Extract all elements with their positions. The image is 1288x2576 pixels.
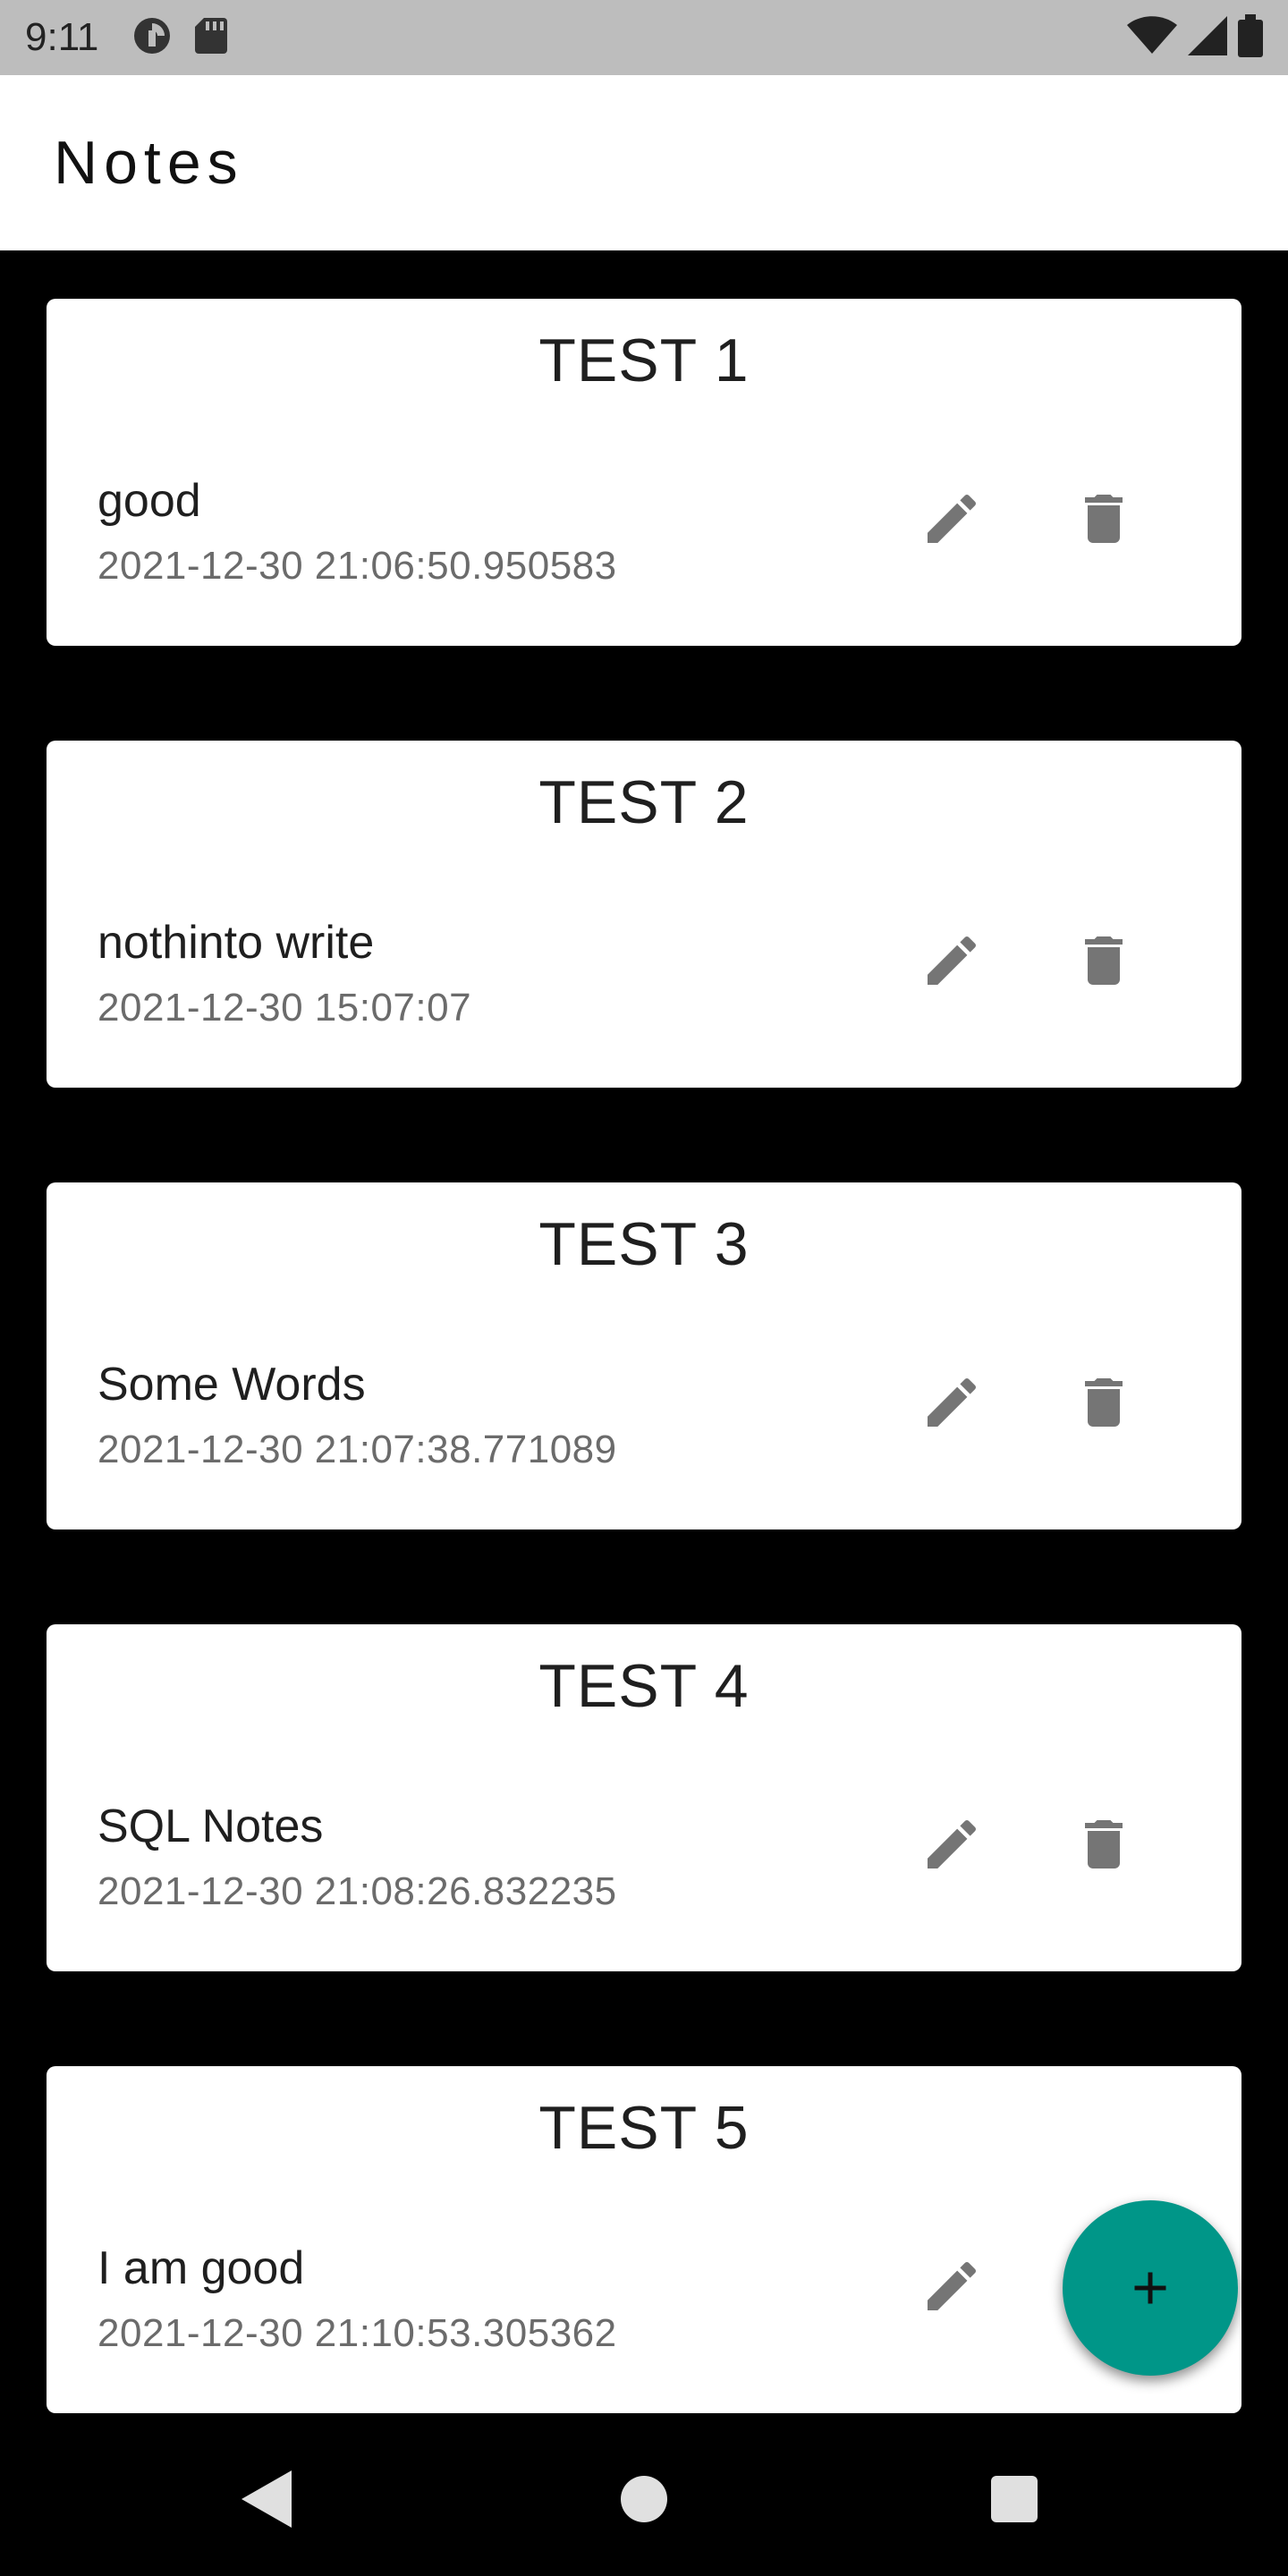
page-title: Notes [54,129,244,197]
note-date: 2021-12-30 21:10:53.305362 [97,2311,617,2355]
edit-button[interactable] [907,916,996,1005]
plus-icon [1134,2272,1166,2304]
cell-signal-icon [1188,15,1227,60]
note-title: TEST 1 [538,326,750,394]
edit-button[interactable] [907,1358,996,1447]
status-right-icons [1127,13,1263,62]
note-card[interactable]: TEST 2 nothinto write 2021-12-30 15:07:0… [47,741,1241,1088]
home-circle-icon[interactable] [621,2476,667,2527]
pencil-icon [928,1819,977,1868]
edit-button[interactable] [907,474,996,564]
status-time: 9:11 [25,15,99,59]
status-bar: 9:11 [0,0,1288,75]
status-left-icons [131,14,229,62]
edit-button[interactable] [907,2241,996,2331]
note-title: TEST 2 [538,768,750,836]
note-body: I am good [97,2242,305,2294]
note-body: SQL Notes [97,1801,324,1852]
wifi-icon [1127,15,1177,60]
note-date: 2021-12-30 21:08:26.832235 [97,1869,617,1913]
sd-card-icon [193,16,229,60]
note-title: TEST 3 [538,1210,750,1278]
back-triangle-icon[interactable] [242,2470,292,2532]
note-body: Some Words [97,1359,366,1411]
note-title: TEST 5 [538,2094,750,2162]
delete-button[interactable] [1059,474,1148,564]
system-nav-bar [0,2426,1288,2576]
notes-list[interactable]: TEST 1 good 2021-12-30 21:06:50.950583 T… [0,250,1288,2426]
note-body: good [97,475,201,527]
note-card[interactable]: TEST 4 SQL Notes 2021-12-30 21:08:26.832… [47,1624,1241,1971]
note-date: 2021-12-30 15:07:07 [97,986,472,1030]
note-date: 2021-12-30 21:06:50.950583 [97,544,617,588]
note-date: 2021-12-30 21:07:38.771089 [97,1428,617,1471]
delete-button[interactable] [1059,1358,1148,1447]
trash-icon [1085,1378,1123,1427]
pencil-icon [928,936,977,985]
data-saver-icon [131,14,174,62]
add-note-fab[interactable] [1063,2200,1238,2376]
delete-button[interactable] [1059,1800,1148,1889]
note-card[interactable]: TEST 1 good 2021-12-30 21:06:50.950583 [47,299,1241,646]
trash-icon [1085,495,1123,543]
pencil-icon [928,1377,977,1427]
note-body: nothinto write [97,917,375,969]
trash-icon [1085,1820,1123,1868]
note-title: TEST 4 [538,1652,750,1720]
edit-button[interactable] [907,1800,996,1889]
app-bar: Notes [0,75,1288,250]
pencil-icon [928,494,977,543]
trash-icon [1085,936,1123,985]
recents-square-icon[interactable] [991,2476,1038,2527]
note-card[interactable]: TEST 5 I am good 2021-12-30 21:10:53.305… [47,2066,1241,2413]
note-card[interactable]: TEST 3 Some Words 2021-12-30 21:07:38.77… [47,1182,1241,1530]
delete-button[interactable] [1059,916,1148,1005]
pencil-icon [928,2261,977,2310]
battery-icon [1238,13,1263,62]
